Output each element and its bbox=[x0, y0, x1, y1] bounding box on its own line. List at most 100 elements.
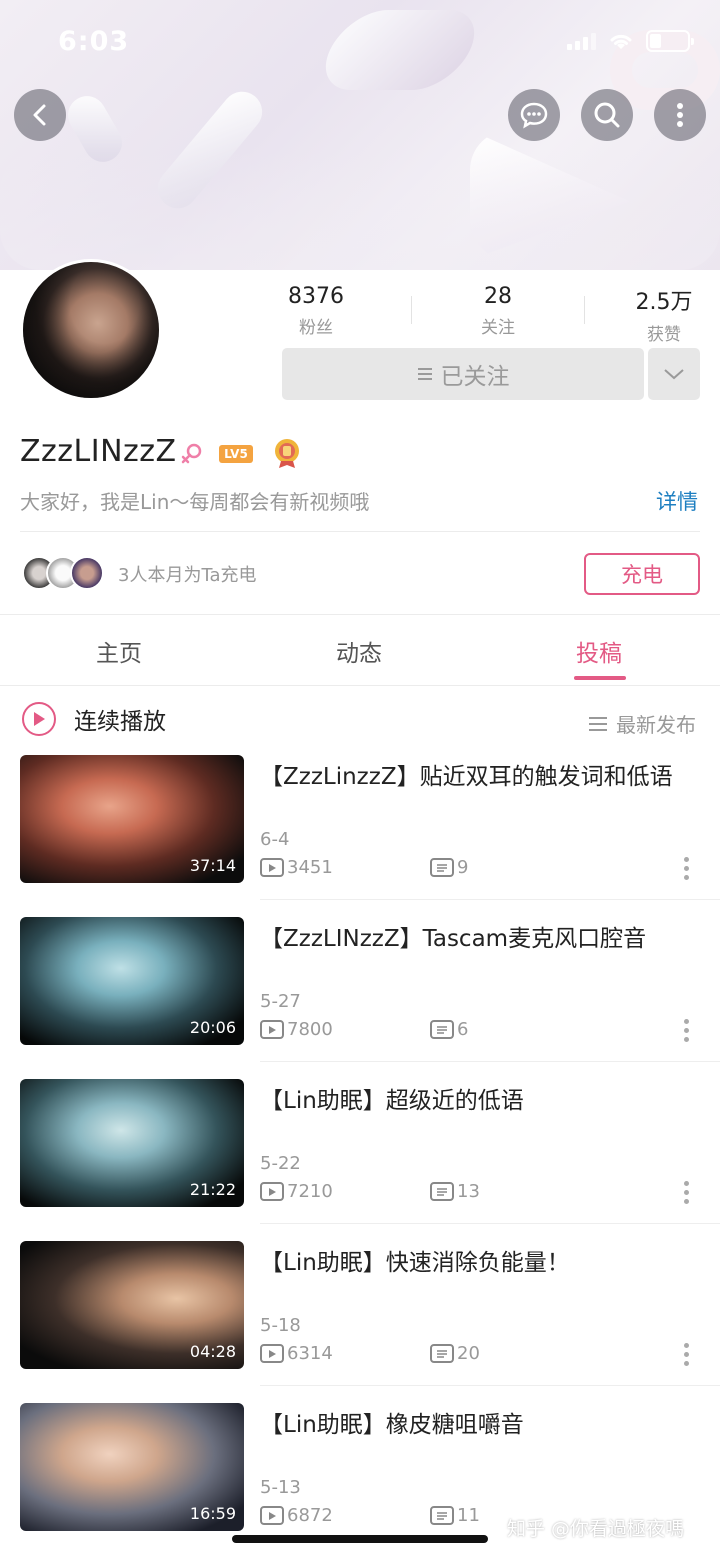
watermark: 知乎 @你看過極夜嗎 bbox=[507, 1518, 685, 1540]
video-duration: 04:28 bbox=[189, 1342, 236, 1361]
video-item[interactable]: 04:28 【Lin助眠】快速消除负能量！ 5-18 6314 20 bbox=[0, 1241, 720, 1403]
sort-button[interactable]: 最新发布 bbox=[588, 709, 696, 738]
video-thumbnail[interactable]: 21:22 bbox=[20, 1079, 244, 1207]
video-more-icon[interactable] bbox=[684, 1343, 689, 1366]
more-button[interactable] bbox=[654, 89, 706, 141]
video-stats: 3451 9 bbox=[260, 857, 468, 878]
follow-dropdown-button[interactable] bbox=[648, 348, 700, 400]
search-icon bbox=[594, 102, 620, 128]
divider bbox=[584, 296, 585, 324]
medal-icon bbox=[275, 439, 299, 468]
charge-supporters[interactable] bbox=[22, 556, 104, 590]
play-count: 7210 bbox=[287, 1181, 333, 1202]
video-thumbnail[interactable]: 20:06 bbox=[20, 917, 244, 1045]
video-date: 5-22 bbox=[260, 1153, 301, 1174]
divider bbox=[260, 899, 720, 900]
video-duration: 21:22 bbox=[189, 1180, 236, 1199]
play-count-icon bbox=[260, 1182, 284, 1201]
video-thumbnail[interactable]: 37:14 bbox=[20, 755, 244, 883]
video-title: 【Lin助眠】橡皮糖咀嚼音 bbox=[260, 1412, 524, 1438]
danmaku-count: 13 bbox=[457, 1181, 480, 1202]
video-title: 【Lin助眠】快速消除负能量！ bbox=[260, 1250, 570, 1276]
danmaku-count: 6 bbox=[457, 1019, 469, 1040]
video-date: 5-27 bbox=[260, 991, 301, 1012]
female-icon bbox=[181, 443, 202, 464]
back-icon bbox=[33, 104, 46, 126]
sort-list-icon bbox=[589, 716, 607, 731]
danmaku-icon bbox=[430, 858, 454, 877]
video-title: 【ZzzLinzzZ】贴近双耳的触发词和低语 bbox=[260, 764, 673, 790]
stat-value: 2.5万 bbox=[635, 290, 693, 315]
avatar[interactable] bbox=[20, 259, 162, 401]
video-more-icon[interactable] bbox=[684, 1019, 689, 1042]
stat-value: 28 bbox=[484, 284, 512, 309]
level-badge: LV5 bbox=[219, 445, 253, 463]
charge-count-text: 3人本月为Ta充电 bbox=[118, 565, 257, 586]
charge-button[interactable]: 充电 bbox=[584, 553, 700, 595]
video-duration: 20:06 bbox=[189, 1018, 236, 1037]
video-date: 5-18 bbox=[260, 1315, 301, 1336]
stat-value: 8376 bbox=[288, 284, 344, 309]
status-icons bbox=[567, 30, 694, 52]
divider bbox=[0, 614, 720, 615]
danmaku-count: 9 bbox=[457, 857, 469, 878]
video-stats: 7800 6 bbox=[260, 1019, 468, 1040]
danmaku-icon bbox=[430, 1344, 454, 1363]
play-count-icon bbox=[260, 1506, 284, 1525]
play-count-icon bbox=[260, 1020, 284, 1039]
video-item[interactable]: 20:06 【ZzzLINzzZ】Tascam麦克风口腔音 5-27 7800 … bbox=[0, 917, 720, 1079]
divider bbox=[0, 685, 720, 686]
stat-fans[interactable]: 8376 粉丝 bbox=[276, 284, 356, 338]
play-count-icon bbox=[260, 858, 284, 877]
video-thumbnail[interactable]: 16:59 bbox=[20, 1403, 244, 1531]
divider bbox=[260, 1061, 720, 1062]
home-indicator[interactable] bbox=[232, 1535, 488, 1543]
message-icon bbox=[520, 102, 548, 129]
tab-uploads[interactable]: 投稿 bbox=[576, 634, 622, 668]
stat-label: 关注 bbox=[481, 318, 515, 338]
signal-icon bbox=[567, 32, 596, 50]
play-icon bbox=[22, 702, 56, 736]
divider bbox=[260, 1223, 720, 1224]
divider bbox=[411, 296, 412, 324]
bio-text: 大家好，我是Lin～每周都会有新视频哦 bbox=[20, 490, 370, 514]
video-item[interactable]: 37:14 【ZzzLinzzZ】贴近双耳的触发词和低语 6-4 3451 9 bbox=[0, 755, 720, 917]
username: ZzzLINzzZ bbox=[20, 434, 177, 469]
video-item[interactable]: 21:22 【Lin助眠】超级近的低语 5-22 7210 13 bbox=[0, 1079, 720, 1241]
danmaku-icon bbox=[430, 1182, 454, 1201]
stat-label: 粉丝 bbox=[299, 318, 333, 338]
danmaku-count: 11 bbox=[457, 1505, 480, 1526]
danmaku-count: 20 bbox=[457, 1343, 480, 1364]
stat-likes[interactable]: 2.5万 获赞 bbox=[624, 284, 704, 345]
play-count-icon bbox=[260, 1344, 284, 1363]
stat-following[interactable]: 28 关注 bbox=[458, 284, 538, 338]
divider bbox=[260, 1385, 720, 1386]
status-time: 6:03 bbox=[58, 26, 130, 57]
video-date: 6-4 bbox=[260, 829, 290, 850]
video-thumbnail[interactable]: 04:28 bbox=[20, 1241, 244, 1369]
tab-indicator bbox=[574, 676, 626, 680]
followed-label: 已关注 bbox=[440, 364, 510, 390]
tab-home[interactable]: 主页 bbox=[96, 634, 142, 668]
play-count: 7800 bbox=[287, 1019, 333, 1040]
video-more-icon[interactable] bbox=[684, 857, 689, 880]
divider bbox=[20, 531, 700, 532]
followed-button[interactable]: 已关注 bbox=[282, 348, 644, 400]
tab-dynamic[interactable]: 动态 bbox=[336, 634, 382, 668]
play-count: 6314 bbox=[287, 1343, 333, 1364]
search-button[interactable] bbox=[581, 89, 633, 141]
supporter-avatar bbox=[70, 556, 104, 590]
play-count: 6872 bbox=[287, 1505, 333, 1526]
more-icon bbox=[677, 103, 683, 127]
menu-lines-icon bbox=[417, 368, 432, 380]
play-all-button[interactable]: 连续播放 bbox=[22, 702, 166, 736]
message-button[interactable] bbox=[508, 89, 560, 141]
danmaku-icon bbox=[430, 1020, 454, 1039]
detail-link[interactable]: 详情 bbox=[656, 486, 698, 516]
video-more-icon[interactable] bbox=[684, 1181, 689, 1204]
play-count: 3451 bbox=[287, 857, 333, 878]
back-button[interactable] bbox=[14, 89, 66, 141]
video-title: 【Lin助眠】超级近的低语 bbox=[260, 1088, 524, 1114]
video-title: 【ZzzLINzzZ】Tascam麦克风口腔音 bbox=[260, 926, 647, 952]
video-stats: 7210 13 bbox=[260, 1181, 480, 1202]
